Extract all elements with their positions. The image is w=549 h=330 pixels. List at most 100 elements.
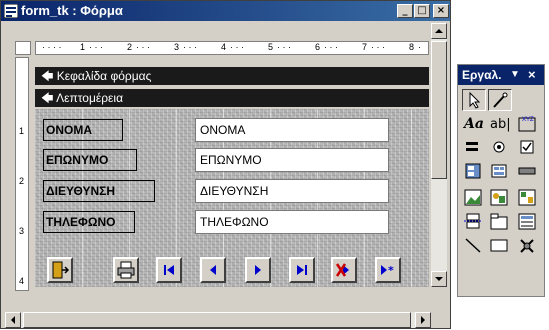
label-icon: Aa [462,116,484,132]
form-icon [4,4,18,18]
bound-object-frame-tool[interactable] [516,187,540,209]
print-button[interactable] [113,257,139,283]
svg-text:XYZ: XYZ [522,117,534,123]
label-onoma[interactable]: ΟΝΟΜΑ [43,119,123,141]
textbox-tool[interactable]: ab| [488,113,512,135]
subform-tool[interactable] [516,211,540,233]
vertical-scroll-thumb[interactable] [431,41,447,179]
new-record-icon: * [381,264,394,277]
scroll-down-button[interactable] [431,271,447,287]
more-controls-icon [520,239,534,253]
rectangle-icon [490,239,508,252]
first-record-button[interactable] [156,257,182,283]
minimize-button[interactable]: _ [397,4,413,18]
grid-line [411,109,412,287]
horizontal-ruler: · · · · 1 · · · 2 · · · 3 · · · 4 · · · … [35,41,429,55]
section-arrow-icon: 🡄 [41,91,54,105]
scroll-up-icon [435,29,443,33]
scroll-left-button[interactable] [5,312,21,328]
toolbox-menu-arrow-icon[interactable]: ▼ [510,65,520,85]
first-record-icon [164,265,174,275]
ruler-tick: 1 [80,42,86,52]
select-objects-tool[interactable] [462,89,486,111]
svg-text:*: * [388,264,394,277]
toggle-button-tool[interactable] [462,137,486,159]
ruler-tick: 3 [174,42,180,52]
ruler-gap [35,57,429,65]
toolbox-window: Εργαλ. ▼ × Aa ab| XYZ [457,64,545,297]
section-label: Λεπτομέρεια [56,91,124,105]
delete-record-button[interactable] [331,257,357,283]
command-button-tool[interactable] [516,161,540,183]
image-icon [464,189,482,206]
section-arrow-icon: 🡄 [41,69,54,83]
scroll-up-button[interactable] [431,23,447,39]
textbox-eponymo[interactable]: ΕΠΩΝΥΜΟ [195,148,389,172]
page-break-tool[interactable] [462,211,486,233]
ruler-tick: 2 [19,176,25,186]
ruler-tick: 8 [409,42,415,52]
new-record-button[interactable]: * [375,257,401,283]
scroll-right-icon [421,316,425,324]
control-wizards-tool[interactable] [488,89,512,111]
next-record-button[interactable] [245,257,271,283]
unbound-object-frame-icon [490,189,508,206]
ruler-tick: 5 [268,42,274,52]
combo-box-tool[interactable] [462,161,486,183]
horizontal-scroll-thumb[interactable] [23,312,411,328]
detail-section[interactable]: ΟΝΟΜΑ ΟΝΟΜΑ ΕΠΩΝΥΜΟ ΕΠΩΝΥΜΟ ΔΙΕΥΘΥΝΣΗ ΔΙ… [35,109,429,287]
toolbox-title-bar[interactable]: Εργαλ. ▼ × [458,65,544,85]
delete-record-icon [335,263,349,277]
image-tool[interactable] [462,187,486,209]
command-button-icon [518,167,536,175]
toolbox-title: Εργαλ. [462,68,502,82]
label-tilefono[interactable]: ΤΗΛΕΦΩΝΟ [43,211,135,233]
maximize-button[interactable]: □ [414,4,430,18]
close-button[interactable]: × [433,4,449,18]
scroll-right-button[interactable] [415,312,431,328]
subform-icon [518,213,536,230]
ruler-tick: 2 [127,42,133,52]
vertical-scrollbar[interactable] [431,23,447,287]
toolbox-close-icon[interactable]: × [528,65,536,85]
previous-record-button[interactable] [200,257,226,283]
exit-icon [52,261,70,279]
label-dieythynsi[interactable]: ΔΙΕΥΘΥΝΣΗ [43,180,155,202]
tab-control-tool[interactable] [488,211,512,233]
horizontal-scrollbar[interactable] [5,312,431,328]
option-group-icon: XYZ [518,117,536,132]
option-button-tool[interactable] [488,137,512,159]
form-design-window: form_tk : Φόρμα _ □ × · · · · 1 · · · 2 … [0,0,451,329]
title-bar[interactable]: form_tk : Φόρμα _ □ × [1,1,450,21]
ruler-tick: 4 [19,276,25,286]
line-icon [465,238,481,253]
label-eponymo[interactable]: ΕΠΩΝΥΜΟ [43,149,137,171]
more-controls-tool[interactable] [516,235,540,257]
select-objects-icon [469,91,481,109]
option-group-tool[interactable]: XYZ [516,113,540,135]
next-record-icon [255,265,261,275]
textbox-onoma[interactable]: ΟΝΟΜΑ [195,118,389,142]
checkbox-tool[interactable] [516,137,540,159]
previous-record-icon [210,265,216,275]
svg-text:ab|: ab| [490,117,511,132]
textbox-dieythynsi[interactable]: ΔΙΕΥΘΥΝΣΗ [195,179,389,203]
ruler-tick: 4 [221,42,227,52]
control-wizards-icon [493,92,508,108]
textbox-tilefono[interactable]: ΤΗΛΕΦΩΝΟ [195,210,389,234]
detail-section-bar[interactable]: 🡄 Λεπτομέρεια [35,89,429,107]
exit-button[interactable] [47,257,73,283]
print-icon [117,261,135,279]
form-selector[interactable] [15,41,31,55]
section-label: Κεφαλίδα φόρμας [56,69,152,83]
list-box-tool[interactable] [488,161,512,183]
unbound-object-frame-tool[interactable] [488,187,512,209]
form-header-section-bar[interactable]: 🡄 Κεφαλίδα φόρμας [35,67,429,85]
toggle-button-icon [466,142,478,151]
line-tool[interactable] [462,235,486,257]
bound-object-frame-icon [518,189,536,206]
rectangle-tool[interactable] [488,235,512,257]
label-tool[interactable]: Aa [462,113,486,135]
combo-box-icon [465,163,481,179]
last-record-button[interactable] [289,257,315,283]
